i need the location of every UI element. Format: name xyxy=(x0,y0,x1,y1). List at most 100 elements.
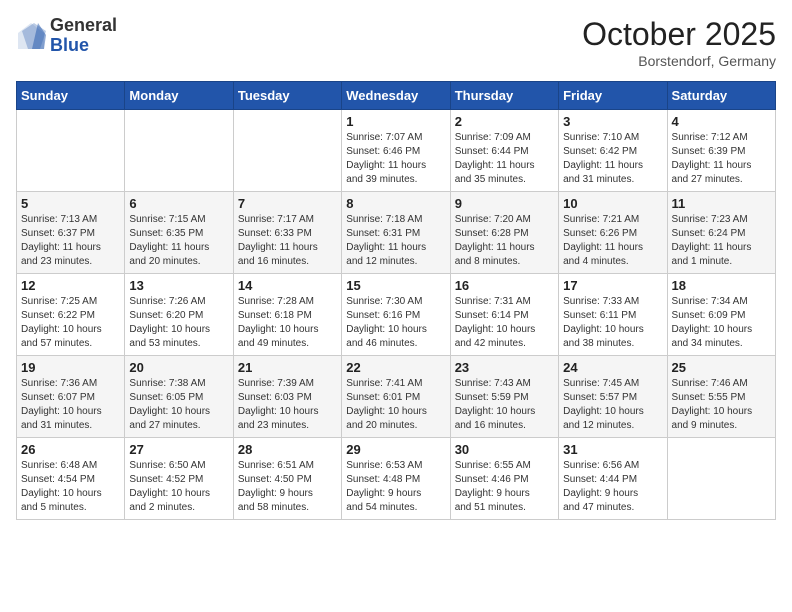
week-row-1: 1 Sunrise: 7:07 AM Sunset: 6:46 PM Daylig… xyxy=(17,110,776,192)
calendar-cell: 9Sunrise: 7:20 AM Sunset: 6:28 PM Daylig… xyxy=(450,192,558,274)
week-row-2: 5 Sunrise: 7:13 AM Sunset: 6:37 PM Daylig… xyxy=(17,192,776,274)
week-row-3: 12Sunrise: 7:25 AM Sunset: 6:22 PM Dayli… xyxy=(17,274,776,356)
weekday-header-saturday: Saturday xyxy=(667,82,775,110)
day-number: 10 xyxy=(563,196,662,211)
calendar-cell: 11Sunrise: 7:23 AM Sunset: 6:24 PM Dayli… xyxy=(667,192,775,274)
calendar-cell: 3 Sunrise: 7:10 AM Sunset: 6:42 PM Daylig… xyxy=(559,110,667,192)
day-info: Sunrise: 7:09 AM Sunset: 6:44 PM Dayligh… xyxy=(455,131,554,187)
calendar-cell: 21Sunrise: 7:39 AM Sunset: 6:03 PM Dayli… xyxy=(233,356,341,438)
calendar-cell: 5 Sunrise: 7:13 AM Sunset: 6:37 PM Daylig… xyxy=(17,192,125,274)
logo: General Blue xyxy=(16,16,117,56)
day-number: 14 xyxy=(238,278,337,293)
day-number: 28 xyxy=(238,442,337,457)
calendar-cell xyxy=(125,110,233,192)
day-info: Sunrise: 6:48 AM Sunset: 4:54 PM Dayligh… xyxy=(21,459,120,515)
day-number: 22 xyxy=(346,360,445,375)
day-number: 2 xyxy=(455,114,554,129)
day-info: Sunrise: 7:12 AM Sunset: 6:39 PM Dayligh… xyxy=(672,131,771,187)
calendar-cell: 16Sunrise: 7:31 AM Sunset: 6:14 PM Dayli… xyxy=(450,274,558,356)
day-info: Sunrise: 7:10 AM Sunset: 6:42 PM Dayligh… xyxy=(563,131,662,187)
calendar-cell xyxy=(667,438,775,520)
calendar-cell: 17 Sunrise: 7:33 AM Sunset: 6:11 PM Dayli… xyxy=(559,274,667,356)
calendar-cell: 25 Sunrise: 7:46 AM Sunset: 5:55 PM Dayli… xyxy=(667,356,775,438)
day-number: 24 xyxy=(563,360,662,375)
weekday-header-thursday: Thursday xyxy=(450,82,558,110)
weekday-header-sunday: Sunday xyxy=(17,82,125,110)
calendar-cell: 29Sunrise: 6:53 AM Sunset: 4:48 PM Dayli… xyxy=(342,438,450,520)
day-info: Sunrise: 7:23 AM Sunset: 6:24 PM Dayligh… xyxy=(672,213,771,269)
day-info: Sunrise: 6:55 AM Sunset: 4:46 PM Dayligh… xyxy=(455,459,554,515)
calendar-cell: 28Sunrise: 6:51 AM Sunset: 4:50 PM Dayli… xyxy=(233,438,341,520)
day-number: 19 xyxy=(21,360,120,375)
week-row-5: 26 Sunrise: 6:48 AM Sunset: 4:54 PM Dayli… xyxy=(17,438,776,520)
calendar-cell: 31 Sunrise: 6:56 AM Sunset: 4:44 PM Dayli… xyxy=(559,438,667,520)
calendar-cell: 20 Sunrise: 7:38 AM Sunset: 6:05 PM Dayli… xyxy=(125,356,233,438)
day-info: Sunrise: 7:15 AM Sunset: 6:35 PM Dayligh… xyxy=(129,213,228,269)
calendar-cell: 1 Sunrise: 7:07 AM Sunset: 6:46 PM Daylig… xyxy=(342,110,450,192)
weekday-header-wednesday: Wednesday xyxy=(342,82,450,110)
day-number: 3 xyxy=(563,114,662,129)
day-info: Sunrise: 7:30 AM Sunset: 6:16 PM Dayligh… xyxy=(346,295,445,351)
calendar-cell: 14 Sunrise: 7:28 AM Sunset: 6:18 PM Dayli… xyxy=(233,274,341,356)
day-info: Sunrise: 7:28 AM Sunset: 6:18 PM Dayligh… xyxy=(238,295,337,351)
logo-text: General Blue xyxy=(50,16,117,56)
logo-icon xyxy=(16,21,46,51)
day-number: 4 xyxy=(672,114,771,129)
weekday-header-monday: Monday xyxy=(125,82,233,110)
day-info: Sunrise: 7:41 AM Sunset: 6:01 PM Dayligh… xyxy=(346,377,445,433)
day-number: 31 xyxy=(563,442,662,457)
calendar-cell: 15Sunrise: 7:30 AM Sunset: 6:16 PM Dayli… xyxy=(342,274,450,356)
calendar-cell: 8Sunrise: 7:18 AM Sunset: 6:31 PM Daylig… xyxy=(342,192,450,274)
title-block: October 2025 Borstendorf, Germany xyxy=(582,16,776,69)
day-info: Sunrise: 7:33 AM Sunset: 6:11 PM Dayligh… xyxy=(563,295,662,351)
location: Borstendorf, Germany xyxy=(582,53,776,69)
calendar-cell: 10 Sunrise: 7:21 AM Sunset: 6:26 PM Dayli… xyxy=(559,192,667,274)
day-info: Sunrise: 7:07 AM Sunset: 6:46 PM Dayligh… xyxy=(346,131,445,187)
calendar-cell: 23 Sunrise: 7:43 AM Sunset: 5:59 PM Dayli… xyxy=(450,356,558,438)
calendar-cell: 7 Sunrise: 7:17 AM Sunset: 6:33 PM Daylig… xyxy=(233,192,341,274)
day-number: 6 xyxy=(129,196,228,211)
month-title: October 2025 xyxy=(582,16,776,53)
day-info: Sunrise: 7:46 AM Sunset: 5:55 PM Dayligh… xyxy=(672,377,771,433)
day-number: 18 xyxy=(672,278,771,293)
day-info: Sunrise: 6:56 AM Sunset: 4:44 PM Dayligh… xyxy=(563,459,662,515)
calendar-cell xyxy=(233,110,341,192)
day-info: Sunrise: 7:26 AM Sunset: 6:20 PM Dayligh… xyxy=(129,295,228,351)
day-info: Sunrise: 7:13 AM Sunset: 6:37 PM Dayligh… xyxy=(21,213,120,269)
calendar-cell: 13 Sunrise: 7:26 AM Sunset: 6:20 PM Dayli… xyxy=(125,274,233,356)
day-info: Sunrise: 6:50 AM Sunset: 4:52 PM Dayligh… xyxy=(129,459,228,515)
day-number: 17 xyxy=(563,278,662,293)
day-number: 23 xyxy=(455,360,554,375)
day-number: 27 xyxy=(129,442,228,457)
day-info: Sunrise: 7:18 AM Sunset: 6:31 PM Dayligh… xyxy=(346,213,445,269)
day-info: Sunrise: 7:20 AM Sunset: 6:28 PM Dayligh… xyxy=(455,213,554,269)
calendar-table: SundayMondayTuesdayWednesdayThursdayFrid… xyxy=(16,81,776,520)
calendar-cell xyxy=(17,110,125,192)
day-info: Sunrise: 7:36 AM Sunset: 6:07 PM Dayligh… xyxy=(21,377,120,433)
calendar-cell: 18Sunrise: 7:34 AM Sunset: 6:09 PM Dayli… xyxy=(667,274,775,356)
day-number: 20 xyxy=(129,360,228,375)
day-number: 16 xyxy=(455,278,554,293)
logo-blue-text: Blue xyxy=(50,36,117,56)
day-info: Sunrise: 7:17 AM Sunset: 6:33 PM Dayligh… xyxy=(238,213,337,269)
logo-general-text: General xyxy=(50,16,117,36)
day-info: Sunrise: 7:21 AM Sunset: 6:26 PM Dayligh… xyxy=(563,213,662,269)
calendar-cell: 2 Sunrise: 7:09 AM Sunset: 6:44 PM Daylig… xyxy=(450,110,558,192)
day-info: Sunrise: 7:38 AM Sunset: 6:05 PM Dayligh… xyxy=(129,377,228,433)
day-number: 26 xyxy=(21,442,120,457)
calendar-cell: 30Sunrise: 6:55 AM Sunset: 4:46 PM Dayli… xyxy=(450,438,558,520)
day-number: 7 xyxy=(238,196,337,211)
day-info: Sunrise: 6:53 AM Sunset: 4:48 PM Dayligh… xyxy=(346,459,445,515)
calendar-cell: 6 Sunrise: 7:15 AM Sunset: 6:35 PM Daylig… xyxy=(125,192,233,274)
day-number: 1 xyxy=(346,114,445,129)
weekday-header-row: SundayMondayTuesdayWednesdayThursdayFrid… xyxy=(17,82,776,110)
day-number: 13 xyxy=(129,278,228,293)
calendar-cell: 22 Sunrise: 7:41 AM Sunset: 6:01 PM Dayli… xyxy=(342,356,450,438)
day-number: 25 xyxy=(672,360,771,375)
day-number: 5 xyxy=(21,196,120,211)
week-row-4: 19 Sunrise: 7:36 AM Sunset: 6:07 PM Dayli… xyxy=(17,356,776,438)
calendar-cell: 24Sunrise: 7:45 AM Sunset: 5:57 PM Dayli… xyxy=(559,356,667,438)
day-info: Sunrise: 7:25 AM Sunset: 6:22 PM Dayligh… xyxy=(21,295,120,351)
day-info: Sunrise: 7:43 AM Sunset: 5:59 PM Dayligh… xyxy=(455,377,554,433)
day-number: 21 xyxy=(238,360,337,375)
